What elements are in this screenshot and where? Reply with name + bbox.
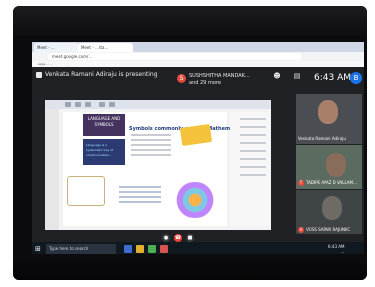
slide-thumbnails[interactable] [45, 109, 59, 230]
leave-call-button[interactable]: ☎ [174, 234, 182, 242]
participant-initial: T [298, 180, 304, 186]
chat-button[interactable]: ▤ [290, 72, 304, 80]
address-bar: meet.google.com/... [32, 52, 364, 61]
presenter-text: Venkata Ramani Adiraju is presenting [45, 71, 158, 78]
taskbar-app-icon[interactable] [136, 245, 144, 253]
toolbar-icon[interactable] [109, 102, 115, 107]
taskbar-app-icon[interactable] [124, 245, 132, 253]
chat-icon: ▤ [293, 72, 301, 80]
sketch-illustration [67, 176, 105, 206]
participant-initial: V [298, 227, 304, 233]
join-notification-name: SUSHSHITHA MANDAK... [189, 73, 250, 79]
join-notification-more: and 29 more [189, 80, 221, 86]
camera-icon: ■ [187, 235, 193, 241]
participant-name: V VOSS SARWI RAJUNIIC [298, 227, 351, 233]
browser-tab[interactable]: Meet - ... [34, 43, 79, 52]
slide-canvas: LANGUAGE AND SYMBOLS Language is a syste… [63, 112, 244, 226]
people-icon: ☻ [273, 72, 281, 80]
toolbar-icon[interactable] [99, 102, 105, 107]
hangup-icon: ☎ [174, 235, 182, 241]
camera-button[interactable]: ■ [186, 234, 194, 242]
participant-name: T TADIPE AYAZ D VALLAM... [298, 180, 357, 186]
taskbar-app-icon[interactable] [148, 245, 156, 253]
participant-tile[interactable]: T TADIPE AYAZ D VALLAM... [296, 145, 362, 189]
account-avatar[interactable]: B [350, 72, 362, 84]
pencil-illustration [179, 123, 213, 146]
slide-title-block: LANGUAGE AND SYMBOLS [83, 114, 125, 136]
math-symbols-illustration [171, 182, 219, 218]
participant-initial-badge: S [177, 74, 186, 83]
start-button[interactable]: ⊞ [35, 245, 43, 253]
present-screen-icon [36, 71, 42, 78]
participant-video [326, 153, 346, 177]
mic-button[interactable]: ● [162, 234, 170, 242]
toolbar-icon[interactable] [85, 102, 91, 107]
toolbar-icon[interactable] [65, 102, 71, 107]
meeting-controls: ● ☎ ■ [32, 234, 364, 242]
participant-name: Venkata Ramani Adiraju [298, 136, 346, 141]
monitor-bezel-bottom [13, 254, 367, 280]
screen: Meet - ... Meet - ...rta... meet.google.… [32, 42, 364, 256]
windows-icon: ⊞ [35, 245, 41, 253]
system-tray-clock[interactable]: 6:43 AM... [328, 244, 344, 254]
participant-video [318, 100, 338, 124]
meet-top-bar: Venkata Ramani Adiraju is presenting S S… [32, 67, 364, 90]
slide-side-panel [230, 112, 270, 226]
shared-presentation: LANGUAGE AND SYMBOLS Language is a syste… [45, 100, 271, 230]
slide-caption-lines [119, 186, 161, 206]
photo-frame: Meet - ... Meet - ...rta... meet.google.… [13, 6, 367, 280]
slide-toolbar [45, 100, 271, 109]
meeting-clock: 6:43 AM [314, 73, 351, 83]
join-notification[interactable]: S SUSHSHITHA MANDAK... and 29 more [177, 71, 257, 87]
browser-tab-active[interactable]: Meet - ...rta... [78, 43, 133, 52]
slide-body-text: Language is a systematic way of communic… [86, 143, 114, 157]
presenting-banner: Venkata Ramani Adiraju is presenting [36, 71, 158, 78]
slide-text-block: Language is a systematic way of communic… [83, 139, 125, 165]
url-field[interactable]: meet.google.com/... [48, 53, 302, 60]
toolbar-icon[interactable] [75, 102, 81, 107]
slide-bullet-lines [131, 134, 171, 159]
taskbar-search[interactable]: Type here to search [46, 244, 116, 254]
monitor-bezel-top [13, 6, 367, 36]
participant-tile[interactable]: Venkata Ramani Adiraju [296, 94, 362, 144]
mic-icon: ● [163, 235, 169, 241]
people-button[interactable]: ☻ [270, 72, 284, 80]
taskbar-app-icon[interactable] [160, 245, 168, 253]
browser-tab-strip: Meet - ... Meet - ...rta... [32, 42, 364, 52]
participant-tile[interactable]: V VOSS SARWI RAJUNIIC [296, 190, 362, 236]
participant-video [322, 196, 342, 220]
